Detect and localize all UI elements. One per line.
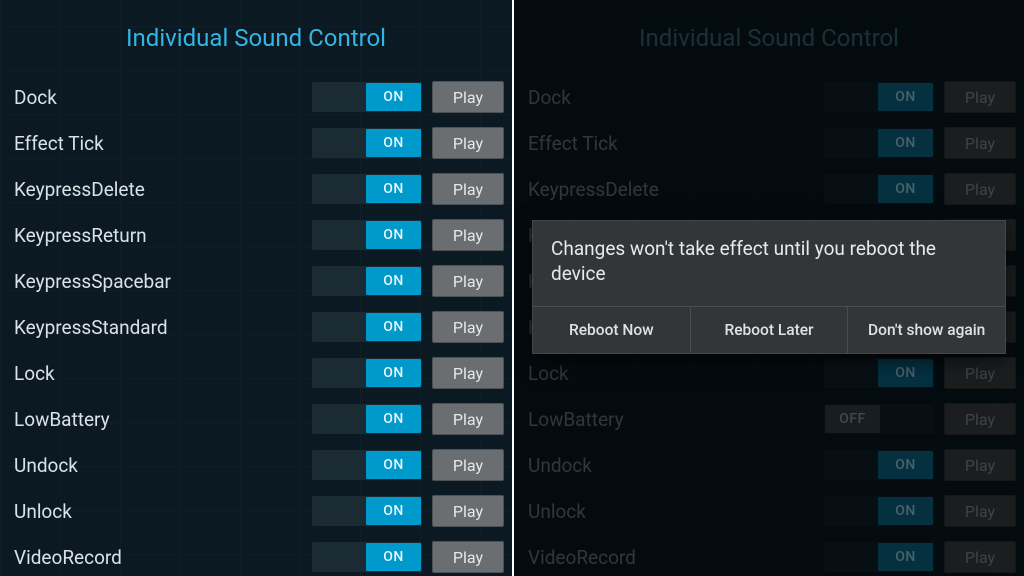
sound-toggle[interactable]: ON — [312, 496, 422, 526]
sound-row: Lock ON Play — [0, 350, 512, 396]
sound-label: Dock — [14, 86, 312, 109]
toggle-on-thumb: ON — [366, 543, 421, 571]
sound-row: LowBattery ON Play — [0, 396, 512, 442]
play-button[interactable]: Play — [432, 541, 504, 573]
sound-row: Effect Tick ON Play — [0, 120, 512, 166]
toggle-on-thumb: ON — [366, 451, 421, 479]
toggle-on-thumb: ON — [366, 497, 421, 525]
toggle-on-thumb: ON — [366, 405, 421, 433]
reboot-later-button[interactable]: Reboot Later — [690, 307, 848, 353]
play-button[interactable]: Play — [432, 449, 504, 481]
page-title: Individual Sound Control — [0, 6, 512, 74]
sound-row: KeypressDelete ON Play — [0, 166, 512, 212]
sound-toggle[interactable]: ON — [312, 266, 422, 296]
toggle-on-thumb: ON — [366, 175, 421, 203]
toggle-on-thumb: ON — [366, 313, 421, 341]
play-button[interactable]: Play — [432, 265, 504, 297]
sound-row: VideoRecord ON Play — [0, 534, 512, 576]
sound-label: Effect Tick — [14, 132, 312, 155]
play-button[interactable]: Play — [432, 357, 504, 389]
reboot-dialog: Changes won't take effect until you rebo… — [532, 220, 1006, 354]
sound-row: Undock ON Play — [0, 442, 512, 488]
play-button[interactable]: Play — [432, 81, 504, 113]
sound-label: KeypressSpacebar — [14, 270, 312, 293]
play-button[interactable]: Play — [432, 403, 504, 435]
play-button[interactable]: Play — [432, 173, 504, 205]
dialog-message: Changes won't take effect until you rebo… — [533, 221, 1005, 306]
toggle-on-thumb: ON — [366, 129, 421, 157]
sound-label: LowBattery — [14, 408, 312, 431]
play-button[interactable]: Play — [432, 219, 504, 251]
sound-row: Dock ON Play — [0, 74, 512, 120]
toggle-on-thumb: ON — [366, 83, 421, 111]
sound-toggle[interactable]: ON — [312, 174, 422, 204]
toggle-on-thumb: ON — [366, 359, 421, 387]
pane-right: Individual Sound Control DockONPlayEffec… — [512, 0, 1024, 576]
sound-label: Unlock — [14, 500, 312, 523]
play-button[interactable]: Play — [432, 495, 504, 527]
pane-left: Individual Sound Control DockONPlayEffec… — [0, 0, 512, 576]
sound-row: KeypressStandard ON Play — [0, 304, 512, 350]
sound-toggle[interactable]: ON — [312, 358, 422, 388]
sound-list-left: DockONPlayEffect TickONPlayKeypressDelet… — [0, 74, 512, 576]
sound-label: VideoRecord — [14, 546, 312, 569]
reboot-now-button[interactable]: Reboot Now — [533, 307, 690, 353]
sound-label: Lock — [14, 362, 312, 385]
toggle-on-thumb: ON — [366, 221, 421, 249]
sound-row: KeypressSpacebar ON Play — [0, 258, 512, 304]
sound-label: KeypressDelete — [14, 178, 312, 201]
dialog-actions: Reboot Now Reboot Later Don't show again — [533, 306, 1005, 353]
play-button[interactable]: Play — [432, 127, 504, 159]
sound-label: Undock — [14, 454, 312, 477]
sound-label: KeypressReturn — [14, 224, 312, 247]
sound-row: Unlock ON Play — [0, 488, 512, 534]
sound-toggle[interactable]: ON — [312, 82, 422, 112]
sound-row: KeypressReturn ON Play — [0, 212, 512, 258]
sound-toggle[interactable]: ON — [312, 312, 422, 342]
play-button[interactable]: Play — [432, 311, 504, 343]
sound-toggle[interactable]: ON — [312, 542, 422, 572]
sound-toggle[interactable]: ON — [312, 450, 422, 480]
sound-toggle[interactable]: ON — [312, 404, 422, 434]
sound-label: KeypressStandard — [14, 316, 312, 339]
toggle-on-thumb: ON — [366, 267, 421, 295]
sound-toggle[interactable]: ON — [312, 220, 422, 250]
dont-show-again-button[interactable]: Don't show again — [847, 307, 1005, 353]
sound-toggle[interactable]: ON — [312, 128, 422, 158]
